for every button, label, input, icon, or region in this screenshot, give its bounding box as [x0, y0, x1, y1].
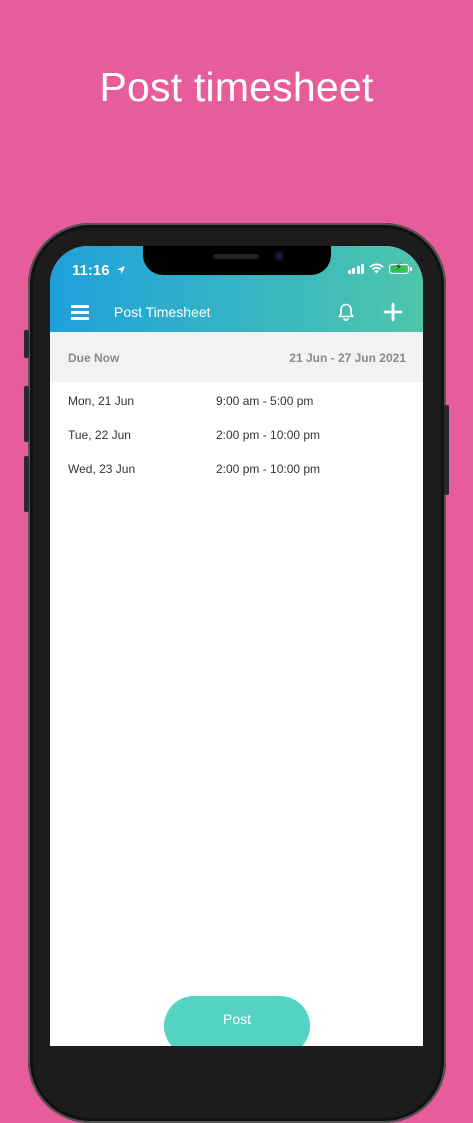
plus-icon[interactable] [383, 302, 403, 322]
location-arrow-icon [116, 266, 125, 274]
battery-charging-icon: ⚡ [389, 262, 412, 274]
volume-up-button [24, 386, 29, 442]
period-header: Due Now 21 Jun - 27 Jun 2021 [50, 332, 423, 382]
shift-row[interactable]: Mon, 21 Jun 9:00 am - 5:00 pm [50, 382, 423, 416]
shift-hours: 2:00 pm - 10:00 pm [216, 462, 321, 476]
date-range: 21 Jun - 27 Jun 2021 [289, 351, 406, 365]
volume-down-button [24, 456, 29, 512]
status-time: 11:16 [72, 262, 126, 279]
due-label: Due Now [68, 351, 120, 365]
silent-switch [24, 330, 29, 358]
status-time-text: 11:16 [72, 262, 110, 279]
promo-headline: Post timesheet [99, 64, 374, 110]
status-icons: ⚡ [347, 262, 412, 274]
shift-day: Mon, 21 Jun [68, 394, 135, 408]
bell-icon[interactable] [336, 302, 356, 322]
shift-hours: 9:00 am - 5:00 pm [216, 394, 314, 408]
menu-icon [71, 305, 89, 308]
signal-icon [347, 263, 364, 274]
speaker [213, 254, 259, 259]
front-camera [274, 251, 284, 261]
shift-row[interactable]: Tue, 22 Jun 2:00 pm - 10:00 pm [50, 416, 423, 450]
shift-hours: 2:00 pm - 10:00 pm [216, 428, 321, 442]
power-button [444, 405, 449, 495]
wifi-icon [369, 263, 384, 274]
menu-button[interactable] [71, 305, 89, 320]
app-screen: 11:16 ⚡ Post Timesheet Due Now 21 Jun - … [50, 246, 423, 1046]
shift-list: Mon, 21 Jun 9:00 am - 5:00 pm Tue, 22 Ju… [50, 382, 423, 484]
page-title: Post Timesheet [114, 304, 211, 320]
post-button[interactable]: Post [164, 996, 310, 1046]
notch [143, 246, 331, 275]
shift-day: Tue, 22 Jun [68, 428, 131, 442]
shift-row[interactable]: Wed, 23 Jun 2:00 pm - 10:00 pm [50, 450, 423, 484]
shift-day: Wed, 23 Jun [68, 462, 136, 476]
